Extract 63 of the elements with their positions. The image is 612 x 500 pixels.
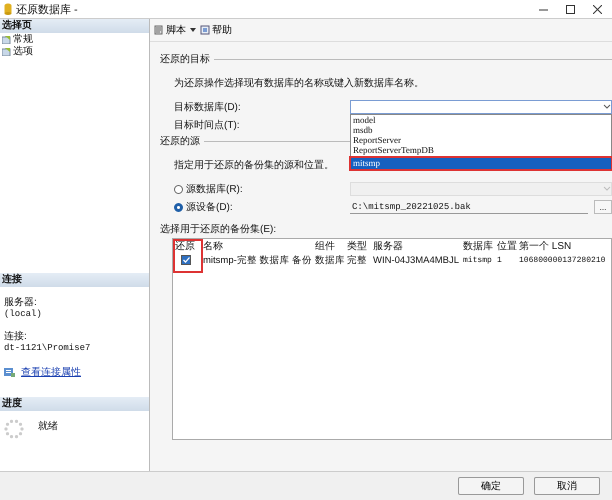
radio-button[interactable] — [174, 202, 183, 212]
ok-button[interactable]: 确定 — [458, 477, 524, 495]
restore-checkbox[interactable] — [181, 255, 191, 265]
check-icon — [182, 257, 190, 263]
radio-button[interactable] — [174, 184, 183, 194]
panel-header: 进度 — [0, 397, 149, 411]
field-label: 目标数据库(D): — [174, 100, 242, 114]
dropdown-option[interactable]: model — [351, 115, 611, 125]
column-header: 数据库 — [462, 240, 494, 253]
section-title: 还原的源 — [160, 135, 200, 148]
connection-properties-link[interactable]: 查看连接属性 — [21, 365, 81, 379]
script-button[interactable]: 脚本 — [154, 23, 186, 37]
column-header: 类型 — [346, 240, 368, 253]
dropdown-option[interactable]: ReportServerTempDB — [351, 145, 611, 155]
panel-header: 选择页 — [0, 19, 149, 33]
help-icon — [200, 25, 210, 35]
server-label: 服务器: — [4, 296, 38, 309]
table-cell-text: mitsmp-完整 数据库 备份 — [202, 254, 313, 266]
column-header: 名称 — [202, 240, 224, 253]
column-header: 第一个 LSN — [518, 240, 572, 253]
field-label: 选择用于还原的备份集(E): — [160, 222, 278, 236]
dropdown-option[interactable]: ReportServer — [351, 135, 611, 145]
field-label: 目标时间点(T): — [174, 118, 241, 132]
column-header: 位置 — [496, 240, 517, 253]
section-title: 还原的目标 — [160, 52, 210, 66]
server-name: (local) — [4, 309, 43, 319]
caret-icon[interactable] — [603, 104, 611, 110]
caret-icon[interactable] — [190, 28, 196, 32]
help-button[interactable]: 帮助 — [200, 23, 232, 37]
table-cell-text: 106800000137280210 — [518, 256, 605, 264]
file-path-field[interactable]: C:\mitsmp_20221025.bak — [350, 200, 588, 214]
table-cell-text: 数据库 — [314, 254, 345, 266]
column-header: 还原 — [174, 240, 196, 253]
status-text: 就绪 — [38, 420, 58, 434]
table-cell-text: 1 — [496, 256, 503, 264]
page-icon — [2, 34, 11, 44]
page-icon — [2, 46, 11, 56]
sidebar-item[interactable]: 选项 — [0, 45, 149, 57]
table-cell-text: WIN-04J3MA4MBJL — [372, 254, 460, 266]
connection-label: 连接: — [4, 330, 28, 343]
browse-button[interactable]: ... — [594, 200, 612, 214]
dropdown-option[interactable]: mitsmp — [351, 158, 611, 169]
description-text: 为还原操作选择现有数据库的名称或键入新数据库名称。 — [173, 76, 424, 90]
spinner-icon — [4, 419, 24, 439]
radio-label: 源数据库(R): — [186, 182, 243, 196]
database-icon — [4, 3, 12, 15]
column-header: 组件 — [314, 240, 336, 253]
panel-header: 连接 — [0, 273, 149, 287]
table-cell-text: 完整 — [346, 254, 368, 266]
properties-icon — [4, 367, 15, 377]
maximize-icon[interactable] — [566, 4, 575, 14]
caret-icon — [603, 186, 611, 192]
sidebar-item[interactable]: 常规 — [0, 33, 149, 45]
description-text: 指定用于还原的备份集的源和位置。 — [173, 158, 334, 172]
table-cell-text: mitsmp — [462, 256, 493, 264]
script-icon — [154, 25, 164, 35]
radio-label: 源设备(D): — [186, 201, 233, 214]
column-header: 服务器 — [372, 240, 404, 253]
cancel-button[interactable]: 取消 — [534, 477, 600, 495]
close-icon[interactable] — [593, 4, 602, 14]
dropdown-option[interactable]: msdb — [351, 125, 611, 135]
connection-name: dt-1121\Promise7 — [4, 343, 92, 353]
window-title: 还原数据库 - — [16, 2, 79, 16]
